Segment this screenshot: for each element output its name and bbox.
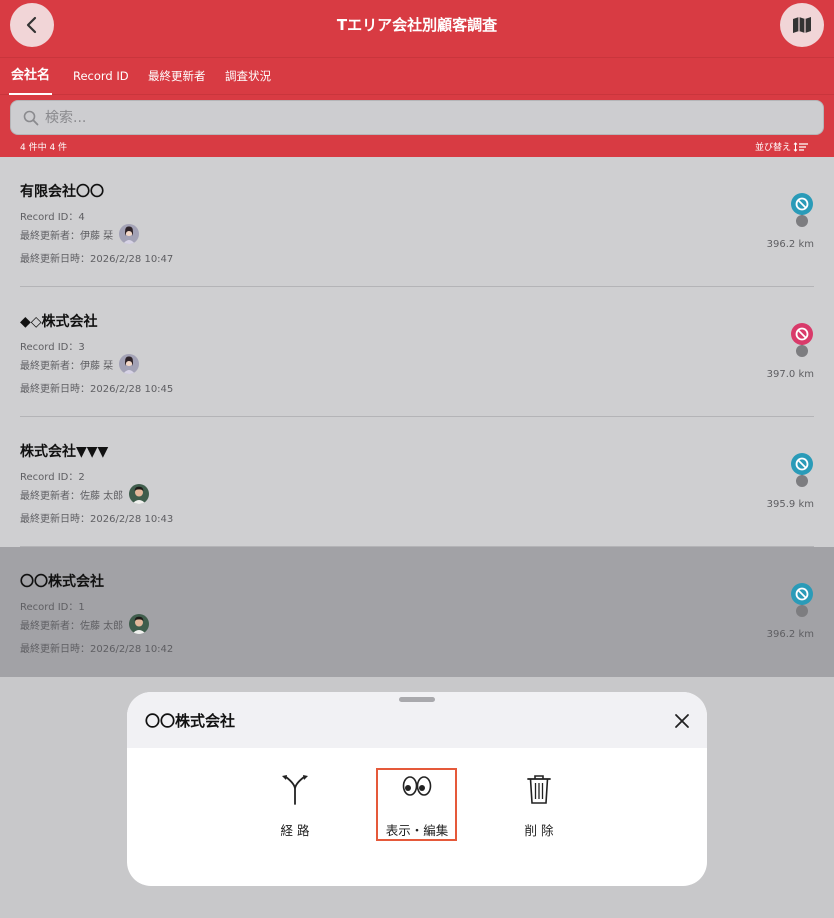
list-item[interactable]: 株式会社▼▼▼ Record ID：2 最終更新者：佐藤 太郎 最終更新日時：2… xyxy=(0,417,834,547)
tab-last-updater[interactable]: 最終更新者 xyxy=(148,58,206,95)
avatar xyxy=(129,614,150,634)
list-item-selected[interactable]: 〇〇株式会社 Record ID：1 最終更新者：佐藤 太郎 最終更新日時：20… xyxy=(0,547,834,677)
record-count: 4 件中 4 件 xyxy=(20,143,68,153)
avatar xyxy=(119,354,140,374)
page-title: Tエリア会社別顧客調査 xyxy=(336,16,498,34)
avatar xyxy=(119,224,140,244)
action-sheet: 〇〇株式会社 経 路 表示・編集 削 除 xyxy=(127,692,707,886)
company-name: 有限会社〇〇 xyxy=(20,184,104,200)
record-id: Record ID：4 xyxy=(20,212,85,223)
route-label: 経 路 xyxy=(280,823,310,838)
map-pin-icon xyxy=(791,193,813,227)
last-updater: 最終更新者：伊藤 栞 xyxy=(20,224,140,244)
map-pin-icon xyxy=(791,323,813,357)
distance: 395.9 km xyxy=(766,499,814,510)
map-pin-icon xyxy=(791,453,813,487)
tab-record-id[interactable]: Record ID xyxy=(73,58,129,95)
last-updated: 最終更新日時：2026/2/28 10:45 xyxy=(20,384,174,395)
last-updated: 最終更新日時：2026/2/28 10:43 xyxy=(20,514,174,525)
route-button[interactable]: 経 路 xyxy=(255,768,335,840)
record-id: Record ID：3 xyxy=(20,342,85,353)
list-item[interactable]: 有限会社〇〇 Record ID：4 最終更新者：伊藤 栞 最終更新日時：202… xyxy=(0,157,834,287)
close-icon[interactable] xyxy=(672,711,692,731)
last-updater: 最終更新者：佐藤 太郎 xyxy=(20,614,150,634)
record-list: 有限会社〇〇 Record ID：4 最終更新者：伊藤 栞 最終更新日時：202… xyxy=(0,157,834,677)
company-name: 株式会社▼▼▼ xyxy=(20,444,109,460)
search-input[interactable] xyxy=(45,105,805,131)
map-pin-icon xyxy=(791,583,813,617)
map-button[interactable] xyxy=(780,3,824,47)
highlight-box xyxy=(376,768,457,841)
sort-button[interactable]: 並び替え xyxy=(755,140,809,153)
search-icon xyxy=(23,110,39,126)
distance: 396.2 km xyxy=(766,239,814,250)
delete-button[interactable]: 削 除 xyxy=(499,768,579,840)
route-icon xyxy=(282,775,308,805)
list-item[interactable]: ◆◇株式会社 Record ID：3 最終更新者：伊藤 栞 最終更新日時：202… xyxy=(0,287,834,417)
tab-bar: 会社名 Record ID 最終更新者 調査状況 xyxy=(0,57,834,95)
trash-icon xyxy=(527,775,551,804)
sheet-drag-handle[interactable] xyxy=(399,697,435,702)
sheet-title: 〇〇株式会社 xyxy=(145,712,236,730)
search-bar xyxy=(10,100,824,135)
avatar xyxy=(129,484,150,504)
company-name: 〇〇株式会社 xyxy=(20,574,104,590)
distance: 397.0 km xyxy=(766,369,814,380)
record-id: Record ID：1 xyxy=(20,602,85,613)
tab-company-name[interactable]: 会社名 xyxy=(9,58,53,95)
map-icon xyxy=(793,17,811,33)
delete-label: 削 除 xyxy=(524,823,554,838)
company-name: ◆◇株式会社 xyxy=(20,314,98,330)
last-updated: 最終更新日時：2026/2/28 10:47 xyxy=(20,254,174,265)
app-header: Tエリア会社別顧客調査 会社名 Record ID 最終更新者 調査状況 4 件… xyxy=(0,0,834,157)
record-id: Record ID：2 xyxy=(20,472,85,483)
sort-label: 並び替え xyxy=(755,143,792,153)
tab-survey-status[interactable]: 調査状況 xyxy=(225,58,271,95)
distance: 396.2 km xyxy=(766,629,814,640)
last-updater: 最終更新者：伊藤 栞 xyxy=(20,354,140,374)
last-updater: 最終更新者：佐藤 太郎 xyxy=(20,484,150,504)
last-updated: 最終更新日時：2026/2/28 10:42 xyxy=(20,644,174,655)
sort-icon xyxy=(793,141,809,152)
